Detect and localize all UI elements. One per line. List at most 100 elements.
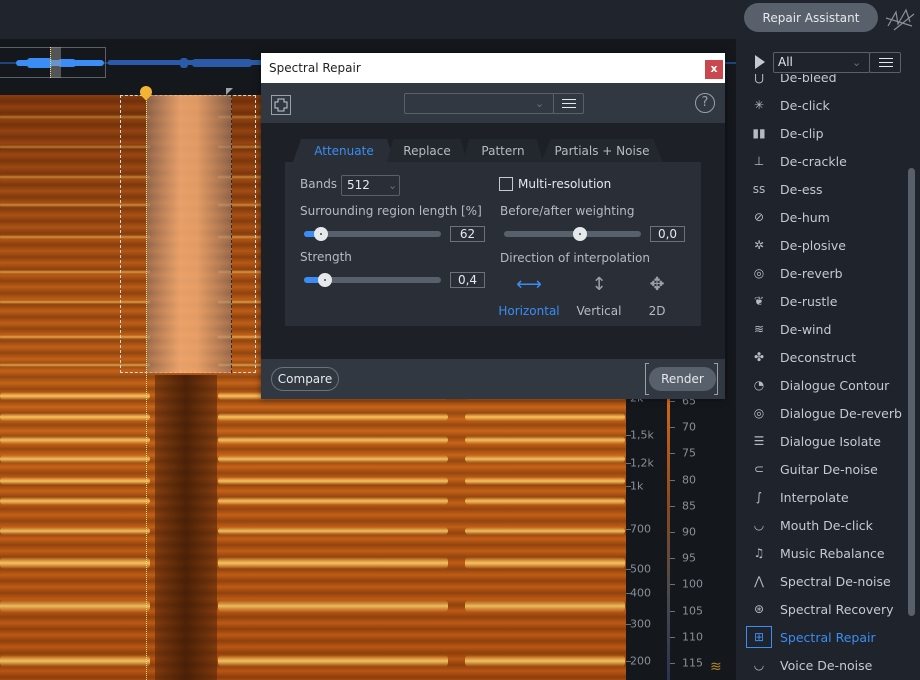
module-label: De-reverb bbox=[780, 265, 843, 281]
db-label: 100 bbox=[682, 577, 703, 591]
module-label: De-hum bbox=[780, 209, 830, 225]
strength-value[interactable]: 0,4 bbox=[450, 272, 485, 288]
harmonic-band bbox=[0, 392, 150, 400]
module-item-de-rustle[interactable]: ❦ De-rustle bbox=[746, 288, 906, 314]
module-item-spectral-de-noise[interactable]: ⋀ Spectral De-noise bbox=[746, 568, 906, 594]
db-label: 95 bbox=[682, 551, 696, 565]
freq-label: 400 bbox=[630, 586, 651, 600]
harmonic-band bbox=[0, 527, 150, 535]
db-tick bbox=[670, 532, 675, 533]
module-item-de-bleed[interactable]: ⋃ De-bleed bbox=[746, 74, 906, 90]
spectrogram-settings-icon[interactable]: ≋ bbox=[710, 660, 722, 674]
module-item-de-wind[interactable]: ≋ De-wind bbox=[746, 316, 906, 342]
module-item-de-crackle[interactable]: ⊥ De-crackle bbox=[746, 148, 906, 174]
spectral-repair-icon: ⊞ bbox=[746, 626, 772, 648]
slider-thumb[interactable] bbox=[572, 227, 587, 241]
db-tick bbox=[670, 636, 675, 638]
tab-pattern[interactable]: Pattern bbox=[463, 139, 543, 162]
module-item-music-rebalance[interactable]: ♫ Music Rebalance bbox=[746, 540, 906, 566]
render-button[interactable]: Render bbox=[649, 367, 716, 391]
spectral-gap bbox=[155, 375, 217, 680]
harmonic-band bbox=[465, 413, 625, 421]
preset-menu-button[interactable] bbox=[553, 93, 584, 114]
direction-2d[interactable]: ✥ 2D bbox=[622, 274, 692, 318]
module-item-dialogue-isolate[interactable]: ☰ Dialogue Isolate bbox=[746, 428, 906, 454]
module-item-interpolate[interactable]: ∫ Interpolate bbox=[746, 484, 906, 510]
db-label: 75 bbox=[682, 446, 696, 460]
before-after-value[interactable]: 0,0 bbox=[650, 226, 685, 242]
module-item-dialogue-de-reverb[interactable]: ◎ Dialogue De-reverb bbox=[746, 400, 906, 426]
freq-label: 700 bbox=[630, 522, 651, 536]
music-rebalance-icon: ♫ bbox=[753, 546, 765, 560]
module-label: De-bleed bbox=[780, 74, 837, 85]
module-item-mouth-de-click[interactable]: ◡ Mouth De-click bbox=[746, 512, 906, 538]
tab-partials-noise[interactable]: Partials + Noise bbox=[541, 139, 663, 162]
module-item-de-hum[interactable]: ⊘ De-hum bbox=[746, 204, 906, 230]
overview-selection bbox=[50, 47, 61, 78]
play-icon[interactable] bbox=[755, 55, 765, 69]
direction-2d-label: 2D bbox=[648, 304, 666, 318]
module-label: De-wind bbox=[780, 321, 832, 337]
help-button[interactable]: ? bbox=[695, 93, 715, 113]
panel-menu-button[interactable] bbox=[869, 52, 901, 73]
module-item-de-plosive[interactable]: ✲ De-plosive bbox=[746, 232, 906, 258]
surrounding-region-value[interactable]: 62 bbox=[450, 226, 485, 242]
harmonic-band bbox=[218, 413, 448, 421]
slider-thumb[interactable] bbox=[317, 273, 332, 287]
direction-horizontal[interactable]: ⟷ Horizontal bbox=[494, 274, 564, 318]
direction-horizontal-label: Horizontal bbox=[498, 304, 560, 318]
hamburger-icon-line bbox=[879, 62, 893, 63]
render-bracket bbox=[645, 394, 649, 395]
strength-slider[interactable] bbox=[304, 273, 441, 287]
close-button[interactable]: x bbox=[705, 60, 723, 79]
db-label: 90 bbox=[682, 525, 696, 539]
selection-handle[interactable] bbox=[226, 88, 233, 95]
de-reverb-icon: ◎ bbox=[753, 266, 765, 280]
db-label: 115 bbox=[682, 656, 703, 670]
module-item-spectral-repair[interactable]: ⊞ Spectral Repair bbox=[746, 624, 906, 650]
voice-de-noise-icon: ◡ bbox=[753, 658, 765, 672]
module-list-scrollbar[interactable] bbox=[908, 168, 915, 616]
plus-icon bbox=[274, 98, 288, 112]
repair-assistant-button[interactable]: Repair Assistant bbox=[744, 3, 878, 32]
before-after-label: Before/after weighting bbox=[500, 204, 635, 218]
module-item-dialogue-contour[interactable]: ◔ Dialogue Contour bbox=[746, 372, 906, 398]
harmonic-band bbox=[218, 527, 448, 535]
compare-button[interactable]: Compare bbox=[271, 367, 339, 391]
module-item-de-ess[interactable]: ss De-ess bbox=[746, 176, 906, 202]
before-after-slider[interactable] bbox=[504, 227, 641, 241]
multi-resolution-checkbox[interactable] bbox=[499, 177, 513, 191]
module-label: Mouth De-click bbox=[780, 517, 873, 533]
db-tick bbox=[670, 558, 675, 560]
chevron-down-icon: ⌄ bbox=[852, 56, 862, 69]
harmonic-band bbox=[0, 413, 150, 421]
module-item-de-reverb[interactable]: ◎ De-reverb bbox=[746, 260, 906, 286]
selection-region[interactable] bbox=[146, 95, 232, 373]
module-label: De-ess bbox=[780, 181, 823, 197]
harmonic-band bbox=[465, 600, 625, 612]
preset-select[interactable] bbox=[404, 93, 554, 114]
module-item-deconstruct[interactable]: ✤ Deconstruct bbox=[746, 344, 906, 370]
harmonic-band bbox=[465, 557, 625, 569]
guitar-de-noise-icon: ⊂ bbox=[753, 462, 765, 476]
strength-label: Strength bbox=[300, 250, 352, 264]
module-label: Spectral Repair bbox=[780, 629, 876, 645]
module-item-spectral-recovery[interactable]: ⊛ Spectral Recovery bbox=[746, 596, 906, 622]
add-to-chain-button[interactable] bbox=[271, 95, 291, 115]
mouth-de-click-icon: ◡ bbox=[753, 518, 765, 532]
module-item-de-click[interactable]: ✳ De-click bbox=[746, 92, 906, 118]
harmonic-band bbox=[465, 436, 625, 444]
module-label: Spectral Recovery bbox=[780, 601, 894, 617]
module-item-guitar-de-noise[interactable]: ⊂ Guitar De-noise bbox=[746, 456, 906, 482]
tab-replace[interactable]: Replace bbox=[387, 139, 467, 162]
harmonic-band bbox=[465, 497, 625, 505]
dialog-title: Spectral Repair bbox=[261, 53, 725, 83]
tab-attenuate[interactable]: Attenuate bbox=[293, 139, 395, 162]
slider-thumb[interactable] bbox=[313, 227, 328, 241]
freq-label: 1k bbox=[630, 479, 644, 493]
surrounding-region-slider[interactable] bbox=[304, 227, 441, 241]
module-item-voice-de-noise[interactable]: ◡ Voice De-noise bbox=[746, 652, 906, 678]
module-item-de-clip[interactable]: ▮▮ De-clip bbox=[746, 120, 906, 146]
dialog-body: Attenuate Replace Pattern Partials + Noi… bbox=[261, 123, 725, 359]
de-wind-icon: ≋ bbox=[753, 322, 765, 336]
